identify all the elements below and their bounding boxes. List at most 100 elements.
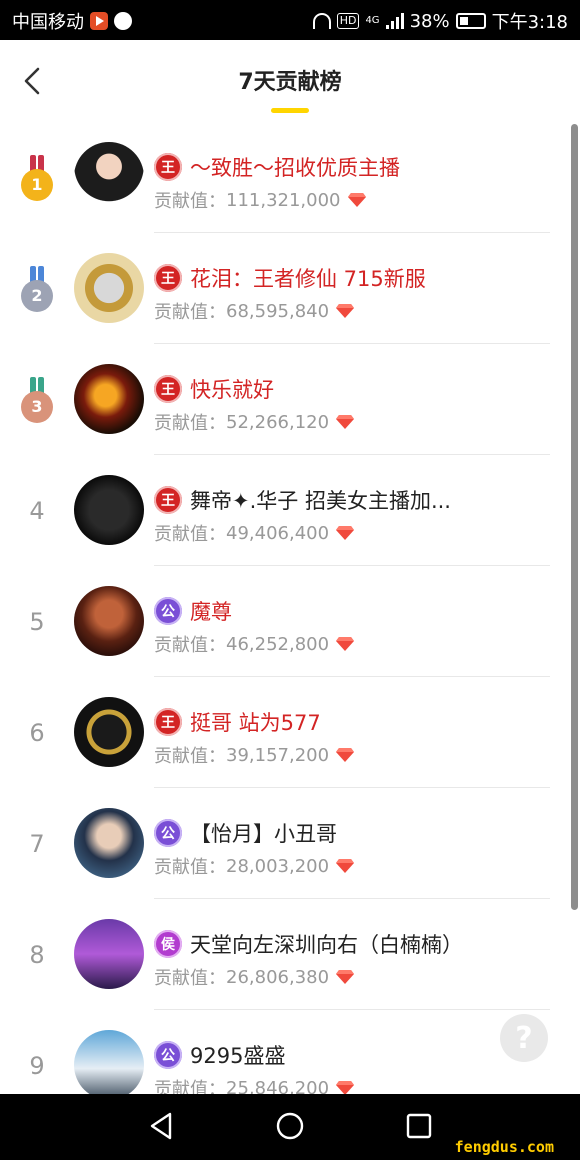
contribution-label: 贡献值： <box>154 968 226 989</box>
rank-number: 8 <box>29 940 45 969</box>
name-line: 公【怡月】小丑哥 <box>154 818 337 848</box>
avatar[interactable] <box>74 697 144 767</box>
list-item[interactable]: 6 王挺哥 站为577 贡献值： 39,157,200 <box>0 677 580 788</box>
contribution-value: 39,157,200 <box>226 744 330 766</box>
rank: 2 <box>12 233 62 344</box>
avatar[interactable] <box>74 919 144 989</box>
network-type: 4G <box>365 15 380 26</box>
rank-number: 5 <box>29 607 45 636</box>
user-info: 王舞帝✦.华子 招美女主播加... 贡献值： 49,406,400 <box>154 455 550 566</box>
user-name[interactable]: 【怡月】小丑哥 <box>190 818 337 848</box>
home-circle-icon[interactable] <box>274 1110 306 1142</box>
user-info: 侯天堂向左深圳向右（白楠楠） 贡献值： 26,806,380 <box>154 899 550 1010</box>
avatar[interactable] <box>74 586 144 656</box>
back-triangle-icon[interactable] <box>146 1110 178 1142</box>
avatar[interactable] <box>74 475 144 545</box>
chat-bubble-icon <box>114 12 132 30</box>
page-title: 7天贡献榜 <box>238 70 342 95</box>
contribution-label: 贡献值： <box>154 635 226 656</box>
user-name[interactable]: 天堂向左深圳向右（白楠楠） <box>190 929 463 959</box>
gem-icon <box>336 1081 355 1094</box>
contribution-label: 贡献值： <box>154 413 226 434</box>
gem-icon <box>336 970 355 984</box>
rank: 1 <box>12 122 62 233</box>
list-item[interactable]: 4 王舞帝✦.华子 招美女主播加... 贡献值： 49,406,400 <box>0 455 580 566</box>
ranking-list[interactable]: 1 王 ～致胜～招收优质主播贡献值： 111,321,000 2 王花泪：王者修仙 715… <box>0 122 580 1094</box>
contribution-value: 28,003,200 <box>226 855 330 877</box>
list-item[interactable]: 5 公魔尊贡献值： 46,252,800 <box>0 566 580 677</box>
list-item[interactable]: 1 王 ～致胜～招收优质主播 贡献值： 111,321,000 <box>0 122 580 233</box>
user-name[interactable]: 舞帝✦.华子 招美女主播加... <box>190 485 451 515</box>
rank-number: 4 <box>29 496 45 525</box>
rank-badge-marquis-icon: 侯 <box>154 930 182 958</box>
recents-square-icon[interactable] <box>403 1110 435 1142</box>
video-app-icon <box>90 12 108 30</box>
headphones-icon <box>312 13 331 29</box>
tab-indicator <box>271 108 309 113</box>
status-bar: 中国移动 HD 4G 38% 下午3:18 <box>0 0 580 40</box>
user-name[interactable]: 魔尊 <box>190 596 232 626</box>
gem-icon <box>336 859 355 873</box>
contribution-value: 49,406,400 <box>226 522 330 544</box>
silver-medal-icon: 2 <box>21 265 53 312</box>
contribution-label: 贡献值： <box>154 1079 226 1094</box>
hd-label: HD <box>336 13 360 29</box>
rank: 5 <box>12 566 62 677</box>
gem-icon <box>336 748 355 762</box>
medal-rank: 2 <box>21 279 53 312</box>
list-item[interactable]: 7 公【怡月】小丑哥 贡献值： 28,003,200 <box>0 788 580 899</box>
list-item[interactable]: 3 王快乐就好贡献值： 52,266,120 <box>0 344 580 455</box>
name-line: 王舞帝✦.华子 招美女主播加... <box>154 485 451 515</box>
contribution-line: 贡献值： 68,595,840 <box>154 298 355 324</box>
rank-number: 9 <box>29 1051 45 1080</box>
contribution-label: 贡献值： <box>154 746 226 767</box>
signal-icon <box>385 13 404 29</box>
list-item[interactable]: 8 侯天堂向左深圳向右（白楠楠） 贡献值： 26,806,380 <box>0 899 580 1010</box>
gem-icon <box>336 415 355 429</box>
medal-rank: 3 <box>21 390 53 423</box>
name-line: 王快乐就好 <box>154 374 274 404</box>
rank-number: 7 <box>29 829 45 858</box>
battery-icon <box>455 13 486 29</box>
contribution-value: 52,266,120 <box>226 411 330 433</box>
user-name[interactable]: 9295盛盛 <box>190 1040 285 1070</box>
user-name[interactable]: ～致胜～招收优质主播 <box>190 152 400 182</box>
gem-icon <box>336 637 355 651</box>
clock: 下午3:18 <box>491 12 568 33</box>
rank: 6 <box>12 677 62 788</box>
help-button[interactable]: ? <box>500 1014 548 1062</box>
user-info: 王 ～致胜～招收优质主播 贡献值： 111,321,000 <box>154 122 550 233</box>
avatar[interactable] <box>74 253 144 323</box>
user-info: 王快乐就好贡献值： 52,266,120 <box>154 344 550 455</box>
name-line: 王挺哥 站为577 <box>154 707 321 737</box>
user-info: 公魔尊贡献值： 46,252,800 <box>154 566 550 677</box>
name-line: 王花泪：王者修仙 715新服 <box>154 263 426 293</box>
gem-icon <box>347 193 366 207</box>
rank: 7 <box>12 788 62 899</box>
contribution-value: 46,252,800 <box>226 633 330 655</box>
user-name[interactable]: 快乐就好 <box>190 374 274 404</box>
list-item[interactable]: 9 公 9295盛盛 贡献值： 25,846,200 <box>0 1010 580 1094</box>
user-info: 公【怡月】小丑哥 贡献值： 28,003,200 <box>154 788 550 899</box>
rank: 8 <box>12 899 62 1010</box>
medal-rank: 1 <box>21 168 53 201</box>
rank-badge-king-icon: 王 <box>154 486 182 514</box>
contribution-line: 贡献值： 111,321,000 <box>154 187 367 213</box>
header: 7天贡献榜 <box>0 40 580 122</box>
avatar[interactable] <box>74 142 144 212</box>
contribution-line: 贡献值： 39,157,200 <box>154 742 355 768</box>
name-line: 公魔尊 <box>154 596 232 626</box>
avatar[interactable] <box>74 1030 144 1094</box>
user-name[interactable]: 挺哥 站为577 <box>190 707 321 737</box>
user-name[interactable]: 花泪：王者修仙 715新服 <box>190 263 426 293</box>
avatar[interactable] <box>74 364 144 434</box>
scrollbar[interactable] <box>571 124 578 910</box>
rank-number: 6 <box>29 718 45 747</box>
avatar[interactable] <box>74 808 144 878</box>
rank: 9 <box>12 1010 62 1094</box>
contribution-label: 贡献值： <box>154 191 226 212</box>
contribution-value: 68,595,840 <box>226 300 330 322</box>
list-item[interactable]: 2 王花泪：王者修仙 715新服贡献值： 68,595,840 <box>0 233 580 344</box>
rank: 3 <box>12 344 62 455</box>
contribution-line: 贡献值： 52,266,120 <box>154 409 355 435</box>
